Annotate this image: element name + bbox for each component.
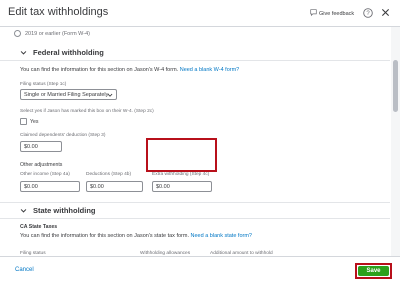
- filing-status-value: Single or Married Filing Separately: [24, 91, 109, 98]
- state-section-header[interactable]: State withholding: [20, 206, 96, 215]
- step2-label: Select yes if Jason has marked this box …: [20, 109, 154, 114]
- dependents-input[interactable]: $0.00: [20, 141, 62, 152]
- federal-section-title: Federal withholding: [33, 48, 104, 57]
- w4-2019-option[interactable]: 2019 or earlier (Form W-4): [14, 30, 90, 37]
- give-feedback-button[interactable]: Give feedback: [310, 9, 354, 18]
- step2-checkbox-label: Yes: [30, 119, 39, 125]
- deductions-input[interactable]: $0.00: [86, 181, 143, 192]
- blank-w4-link[interactable]: Need a blank W-4 form?: [180, 67, 240, 73]
- extra-withholding-input[interactable]: $0.00: [152, 181, 212, 192]
- state-subtitle: CA State Taxes: [20, 224, 58, 230]
- state-intro: You can find the information for this se…: [20, 233, 252, 239]
- dialog-header: Edit tax withholdings Give feedback ?: [0, 0, 400, 27]
- extra-withholding-label: Extra withholding (Step 4c): [152, 172, 210, 177]
- filing-status-label: Filing status (Step 1c): [20, 82, 67, 87]
- divider: [0, 60, 390, 61]
- other-income-input[interactable]: $0.00: [20, 181, 80, 192]
- dialog-title: Edit tax withholdings: [8, 6, 109, 18]
- save-button[interactable]: Save: [358, 266, 389, 276]
- feedback-icon: [310, 9, 317, 18]
- chevron-down-icon: [20, 207, 27, 214]
- divider: [0, 218, 390, 219]
- federal-intro: You can find the information for this se…: [20, 67, 240, 73]
- chevron-down-icon: [20, 49, 27, 56]
- scrollbar-thumb[interactable]: [393, 60, 398, 112]
- help-icon[interactable]: ?: [362, 7, 373, 18]
- filing-status-select[interactable]: Single or Married Filing Separately: [20, 89, 117, 100]
- dialog-footer: Cancel Save: [0, 256, 400, 284]
- save-button-highlight: Save: [355, 263, 392, 279]
- federal-section-header[interactable]: Federal withholding: [20, 48, 104, 57]
- w4-2019-label: 2019 or earlier (Form W-4): [25, 30, 90, 37]
- deductions-label: Deductions (Step 4b): [86, 172, 132, 177]
- divider: [0, 202, 390, 203]
- edit-tax-withholdings-dialog: Edit tax withholdings Give feedback ? 20…: [0, 0, 400, 284]
- svg-text:?: ?: [366, 11, 370, 17]
- extra-withholding-highlight: [146, 138, 217, 172]
- chevron-down-icon: [107, 92, 113, 98]
- close-icon[interactable]: [380, 7, 391, 18]
- cancel-button[interactable]: Cancel: [15, 267, 34, 273]
- w4-2019-radio[interactable]: [14, 30, 21, 37]
- step2-checkbox[interactable]: [20, 118, 27, 125]
- give-feedback-label: Give feedback: [319, 10, 355, 17]
- other-adjustments-title: Other adjustments: [20, 162, 63, 168]
- other-income-label: Other income (Step 4a): [20, 172, 70, 177]
- blank-state-form-link[interactable]: Need a blank state form?: [191, 233, 252, 239]
- state-section-title: State withholding: [33, 206, 96, 215]
- dependents-label: Claimed dependents' deduction (Step 3): [20, 133, 106, 138]
